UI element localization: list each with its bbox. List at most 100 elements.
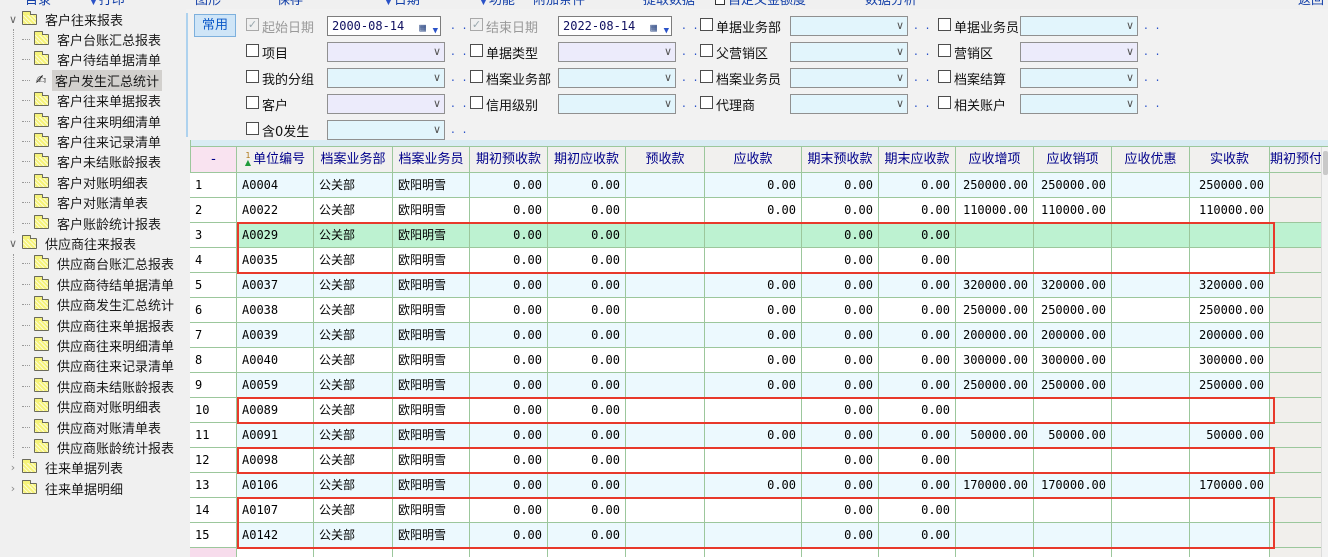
cell-单位编号[interactable]: A0040 xyxy=(237,348,314,373)
cell-期末预收款[interactable]: 0.00 xyxy=(802,523,879,548)
cell-应收款[interactable]: 0.00 xyxy=(705,348,802,373)
cell-预收款[interactable] xyxy=(626,498,705,523)
cell-档案业务部[interactable]: 公关部 xyxy=(314,248,393,273)
cell-预收款[interactable] xyxy=(626,198,705,223)
column-header-应收销项[interactable]: 应收销项 xyxy=(1034,147,1112,173)
filter-checkbox-结束日期[interactable]: ✓ xyxy=(470,18,483,31)
filter-select-父营销区[interactable]: ∨ xyxy=(790,42,908,62)
tree-leaf-客户往来单据报表[interactable]: 客户往来单据报表 xyxy=(14,91,186,111)
cell-应收优惠[interactable] xyxy=(1112,523,1190,548)
cell-期末预收款[interactable]: 0.00 xyxy=(802,223,879,248)
table-row-A0091[interactable]: 11A0091公关部欧阳明雪0.000.000.000.000.0050000.… xyxy=(190,423,1328,448)
cell-期初应收款[interactable]: 0.00 xyxy=(548,473,626,498)
cell-实收款[interactable]: 300000.00 xyxy=(1190,348,1270,373)
cell-应收优惠[interactable] xyxy=(1112,223,1190,248)
cell-单位编号[interactable]: A0098 xyxy=(237,448,314,473)
cell-应收优惠[interactable] xyxy=(1112,173,1190,198)
chevron-down-icon[interactable]: ▼ xyxy=(664,22,669,40)
filter-checkbox-项目[interactable] xyxy=(246,44,259,57)
chevron-down-icon[interactable]: ∨ xyxy=(433,45,441,58)
row-number-cell[interactable]: 12 xyxy=(190,448,237,473)
cell-期末预收款[interactable]: 0.00 xyxy=(802,298,879,323)
cell-期初应收款[interactable]: 0.00 xyxy=(548,323,626,348)
cell-预收款[interactable] xyxy=(626,523,705,548)
cell-期末应收款[interactable]: 0.00 xyxy=(879,348,956,373)
cell-期初预收款[interactable]: 0.00 xyxy=(470,448,548,473)
cell-期初应收款[interactable]: 0.00 xyxy=(548,223,626,248)
cell-应收款[interactable] xyxy=(705,498,802,523)
cell-实收款[interactable] xyxy=(1190,448,1270,473)
cell-单位编号[interactable]: A0029 xyxy=(237,223,314,248)
tree-leaf-供应商往来记录清单[interactable]: 供应商往来记录清单 xyxy=(14,356,186,376)
chevron-down-icon[interactable]: ∨ xyxy=(896,97,904,110)
cell-期末预收款[interactable]: 0.00 xyxy=(802,273,879,298)
cell-档案业务员[interactable]: 欧阳明雪 xyxy=(393,473,470,498)
tree-leaf-供应商发生汇总统计[interactable]: 供应商发生汇总统计 xyxy=(14,294,186,314)
row-number-cell[interactable]: 14 xyxy=(190,498,237,523)
cell-应收销项[interactable] xyxy=(1034,498,1112,523)
tree-leaf-供应商账龄统计报表[interactable]: 供应商账龄统计报表 xyxy=(14,437,186,457)
column-header-档案业务部[interactable]: 档案业务部 xyxy=(314,147,393,173)
cell-应收销项[interactable] xyxy=(1034,223,1112,248)
filter-select-档案业务部[interactable]: ∨ xyxy=(558,68,676,88)
table-row-A0035[interactable]: 4A0035公关部欧阳明雪0.000.000.000.00 xyxy=(190,248,1328,273)
cell-应收优惠[interactable] xyxy=(1112,398,1190,423)
filter-select-客户[interactable]: ∨ xyxy=(327,94,445,114)
toolbar-item-8[interactable]: 提取数据 xyxy=(643,0,695,8)
cell-应收增项[interactable] xyxy=(956,248,1034,273)
chevron-right-icon[interactable]: › xyxy=(6,482,20,495)
cell-期初应收款[interactable]: 0.00 xyxy=(548,398,626,423)
cell-期初预付款[interactable] xyxy=(1270,173,1328,198)
cell-单位编号[interactable]: A0059 xyxy=(237,373,314,398)
table-row-A0098[interactable]: 12A0098公关部欧阳明雪0.000.000.000.00 xyxy=(190,448,1328,473)
tree-leaf-供应商台账汇总报表[interactable]: 供应商台账汇总报表 xyxy=(14,254,186,274)
cell-应收销项[interactable]: 50000.00 xyxy=(1034,423,1112,448)
column-header-单位编号[interactable]: 1▲单位编号 xyxy=(237,147,314,173)
cell-期初预付款[interactable] xyxy=(1270,198,1328,223)
cell-应收增项[interactable]: 320000.00 xyxy=(956,273,1034,298)
row-number-cell[interactable]: 1 xyxy=(190,173,237,198)
cell-应收优惠[interactable] xyxy=(1112,473,1190,498)
filter-checkbox-档案结算[interactable] xyxy=(938,70,951,83)
cell-档案业务部[interactable]: 公关部 xyxy=(314,423,393,448)
cell-期初预收款[interactable]: 0.00 xyxy=(470,423,548,448)
more-options-起始日期[interactable]: . . xyxy=(451,18,468,32)
cell-期初预付款[interactable] xyxy=(1270,323,1328,348)
cell-期初应收款[interactable]: 0.00 xyxy=(548,423,626,448)
tree-leaf-客户账龄统计报表[interactable]: 客户账龄统计报表 xyxy=(14,213,186,233)
cell-期末预收款[interactable]: 0.00 xyxy=(802,373,879,398)
cell-应收优惠[interactable] xyxy=(1112,348,1190,373)
toolbar-item-3[interactable]: 图形 xyxy=(195,0,221,8)
cell-预收款[interactable] xyxy=(626,423,705,448)
filter-checkbox-营销区[interactable] xyxy=(938,44,951,57)
date-input-起始日期[interactable]: 2000-08-14▦▼ xyxy=(327,16,441,36)
chevron-right-icon[interactable]: › xyxy=(6,461,20,474)
cell-期末预收款[interactable]: 0.00 xyxy=(802,498,879,523)
cell-期初应收款[interactable]: 0.00 xyxy=(548,348,626,373)
table-row-A0037[interactable]: 5A0037公关部欧阳明雪0.000.000.000.000.00320000.… xyxy=(190,273,1328,298)
filter-checkbox-档案业务员[interactable] xyxy=(700,70,713,83)
cell-应收款[interactable]: 0.00 xyxy=(705,198,802,223)
cell-实收款[interactable]: 200000.00 xyxy=(1190,323,1270,348)
more-options-档案业务部[interactable]: . . xyxy=(682,70,699,84)
cell-档案业务员[interactable]: 欧阳明雪 xyxy=(393,398,470,423)
cell-单位编号[interactable]: A0022 xyxy=(237,198,314,223)
cell-档案业务部[interactable]: 公关部 xyxy=(314,398,393,423)
cell-应收增项[interactable]: 250000.00 xyxy=(956,298,1034,323)
cell-应收销项[interactable]: 250000.00 xyxy=(1034,298,1112,323)
cell-档案业务员[interactable]: 欧阳明雪 xyxy=(393,348,470,373)
filter-checkbox-单据业务部[interactable] xyxy=(700,18,713,31)
cell-档案业务部[interactable]: 公关部 xyxy=(314,173,393,198)
cell-期末应收款[interactable]: 0.00 xyxy=(879,523,956,548)
cell-期初预付款[interactable] xyxy=(1270,373,1328,398)
cell-应收款[interactable] xyxy=(705,523,802,548)
cell-应收增项[interactable]: 250000.00 xyxy=(956,373,1034,398)
chevron-down-icon[interactable]: ∨ xyxy=(1126,71,1134,84)
cell-预收款[interactable] xyxy=(626,173,705,198)
filter-checkbox-父营销区[interactable] xyxy=(700,44,713,57)
chevron-down-icon[interactable]: ▼ xyxy=(433,22,438,40)
cell-应收优惠[interactable] xyxy=(1112,248,1190,273)
cell-应收销项[interactable] xyxy=(1034,398,1112,423)
toolbar-item-7[interactable]: 附加条件 xyxy=(533,0,585,8)
tree-node-往来单据列表[interactable]: ›往来单据列表 xyxy=(0,458,186,478)
